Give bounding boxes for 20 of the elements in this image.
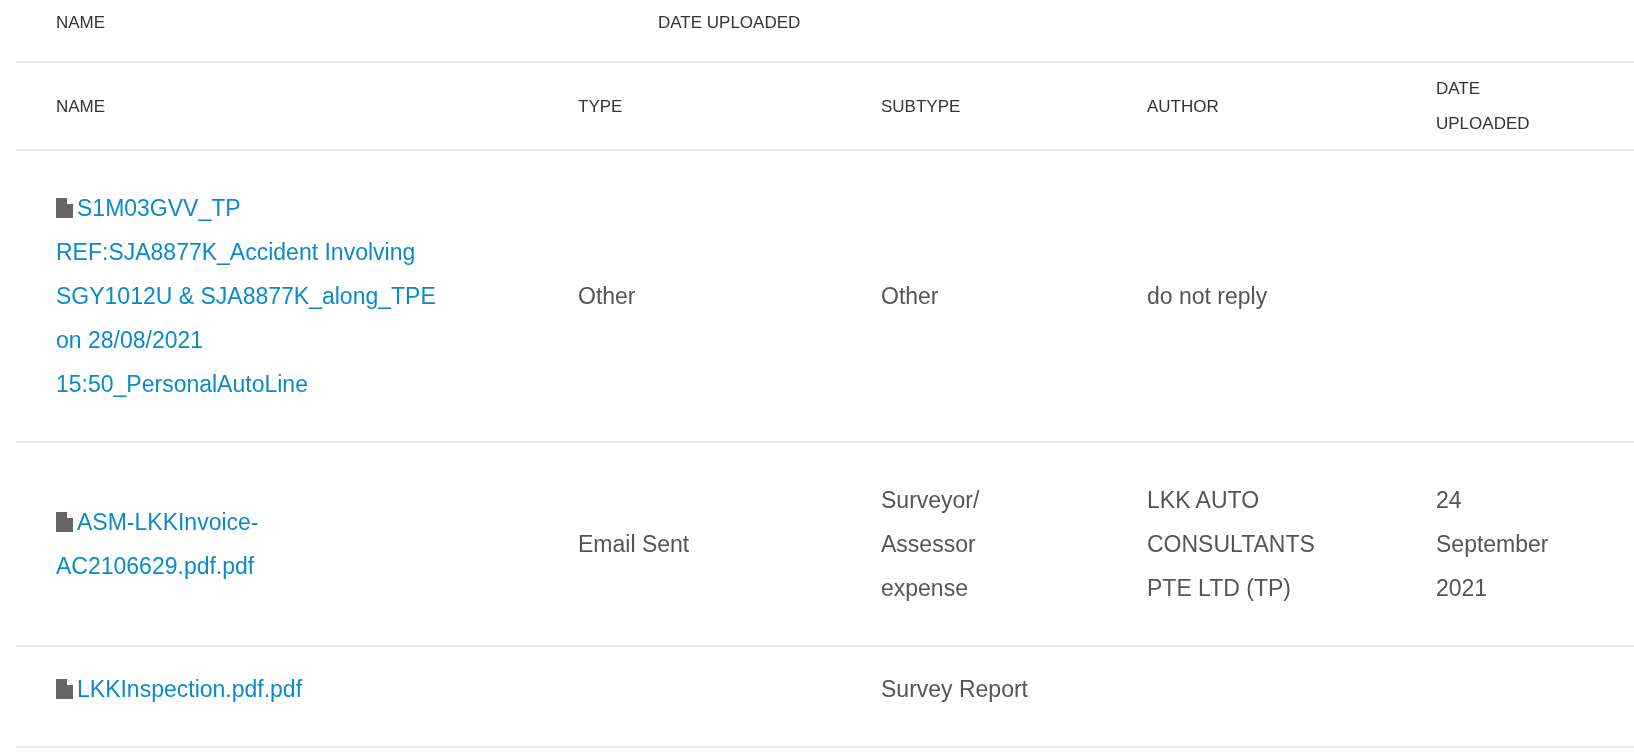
column-header: DATE UPLOADED (1435, 78, 1531, 135)
column-header: DATE UPLOADED (657, 12, 802, 34)
table-cell-text: LKK AUTO CONSULTANTS PTE LTD (TP) (1147, 486, 1316, 603)
column-header: TYPE (577, 95, 624, 118)
column-header: NAME (55, 12, 107, 34)
file-icon (56, 512, 73, 532)
file-link[interactable]: S1M03GVV_TP REF:SJA8877K_Accident Involving SGY1012U & SJA8877K_along_TPE on 28/08/2021 15:50_PersonalAutoLine (56, 186, 451, 406)
table-cell-text: do not reply (1147, 282, 1269, 311)
table-cell-text: Surveyor/ Assessor expense (881, 486, 981, 603)
table-cell-text: Other (881, 282, 940, 311)
column-header: NAME (55, 95, 107, 118)
table-cell: 24 September 2021 (1436, 487, 1549, 601)
table-cell: Other (578, 283, 636, 309)
table-cell-text: Survey Report (881, 675, 1029, 704)
table-cell: Email Sent (578, 531, 690, 557)
file-link[interactable]: ASM-LKKInvoice-AC2106629.pdf.pdf (56, 500, 451, 588)
file-link[interactable]: LKKInspection.pdf.pdf (56, 667, 451, 711)
column-header: AUTHOR (1146, 95, 1220, 118)
column-header: SUBTYPE (880, 95, 962, 118)
file-icon (56, 198, 73, 218)
